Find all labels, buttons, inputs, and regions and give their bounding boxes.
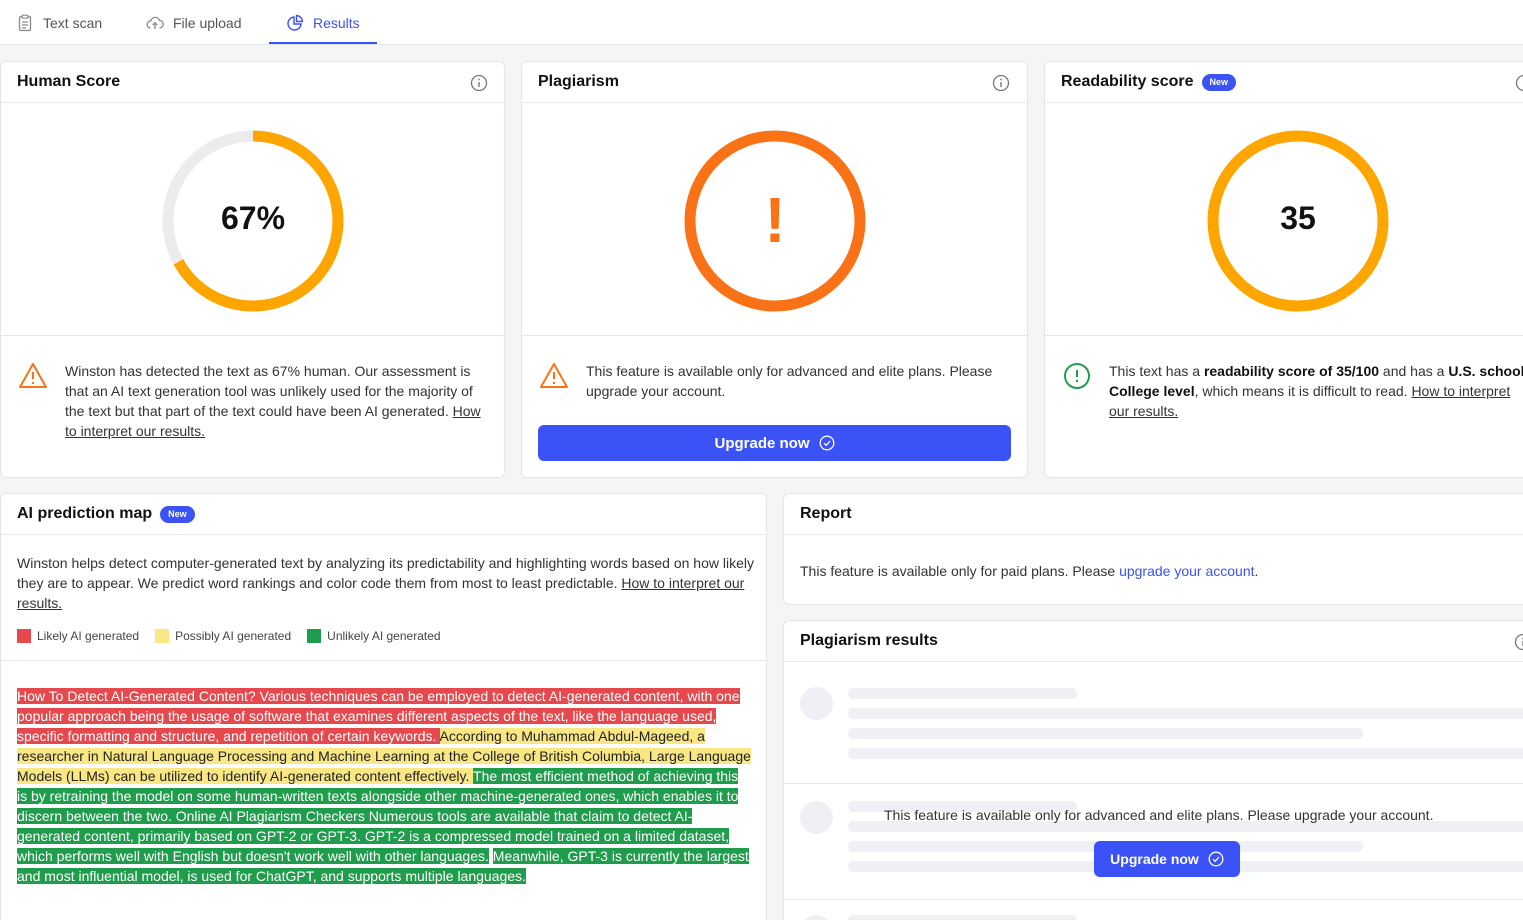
upgrade-now-button[interactable]: Upgrade now — [538, 425, 1011, 461]
plagiarism-exclamation: ! — [764, 184, 786, 256]
tab-label: Results — [313, 14, 360, 31]
success-circle-icon — [1064, 363, 1090, 389]
new-badge: New — [1201, 73, 1237, 91]
human-score-card: Human Score 67% Winston has detected the… — [0, 61, 505, 478]
prediction-map-description: Winston helps detect computer-generated … — [17, 555, 754, 611]
new-badge: New — [160, 505, 195, 523]
warning-icon — [19, 363, 47, 388]
check-circle-icon — [819, 435, 834, 451]
tab-label: File upload — [173, 14, 242, 31]
card-title: Plagiarism — [522, 62, 1027, 103]
check-circle-icon — [1208, 851, 1224, 867]
gauge-area: 67% — [1, 103, 504, 336]
plagiarism-card: Plagiarism ! This feature is available o… — [521, 61, 1028, 478]
info-icon[interactable] — [1515, 74, 1523, 92]
card-title: Human Score — [1, 62, 504, 103]
human-score-value: 67% — [220, 200, 286, 236]
info-icon[interactable] — [470, 74, 488, 92]
pie-chart-icon — [287, 14, 304, 31]
active-tab-indicator — [269, 42, 377, 44]
info-icon[interactable] — [992, 74, 1010, 92]
readability-message: This text has a readability score of 35/… — [1109, 363, 1523, 419]
card-title: Report — [784, 494, 1523, 535]
upgrade-account-link[interactable]: upgrade your account — [1119, 563, 1254, 579]
divider — [784, 783, 1523, 784]
tab-results[interactable]: Results — [286, 0, 360, 45]
tab-label: Text scan — [43, 14, 103, 31]
legend-item-likely: Likely AI generated — [17, 629, 139, 643]
gauge-area: 35 — [1045, 103, 1523, 336]
card-title: AI prediction map New — [1, 494, 766, 535]
divider — [1, 660, 766, 661]
report-message: This feature is available only for paid … — [800, 563, 1259, 579]
legend-item-possibly: Possibly AI generated — [155, 629, 291, 643]
prediction-legend: Likely AI generated Possibly AI generate… — [17, 629, 457, 643]
legend-item-unlikely: Unlikely AI generated — [307, 629, 441, 643]
warning-icon — [540, 363, 568, 388]
highlighted-text: How To Detect AI-Generated Content? Vari… — [17, 686, 752, 886]
clipboard-icon — [18, 14, 32, 31]
human-score-message: Winston has detected the text as 67% hum… — [65, 363, 481, 439]
card-title: Plagiarism results — [784, 621, 1523, 662]
readability-card: Readability score New 35 This text has a… — [1044, 61, 1523, 478]
card-title: Readability score New — [1045, 62, 1523, 103]
plagiarism-message: This feature is available only for advan… — [586, 363, 993, 399]
tab-bar: Text scan File upload Results — [0, 0, 1523, 45]
report-card: Report This feature is available only fo… — [783, 493, 1523, 605]
info-icon[interactable] — [1514, 633, 1523, 651]
upgrade-now-button[interactable]: Upgrade now — [1094, 841, 1240, 877]
gauge-area: ! — [522, 103, 1027, 336]
tab-file-upload[interactable]: File upload — [146, 0, 242, 45]
plagiarism-results-message: This feature is available only for advan… — [884, 807, 1434, 823]
ai-prediction-map-card: AI prediction map New Winston helps dete… — [0, 493, 767, 920]
plagiarism-results-card: Plagiarism results This feature is avail… — [783, 620, 1523, 920]
divider — [784, 899, 1523, 900]
tab-text-scan[interactable]: Text scan — [16, 0, 102, 45]
cloud-upload-icon — [146, 16, 164, 29]
readability-value: 35 — [1280, 200, 1316, 236]
